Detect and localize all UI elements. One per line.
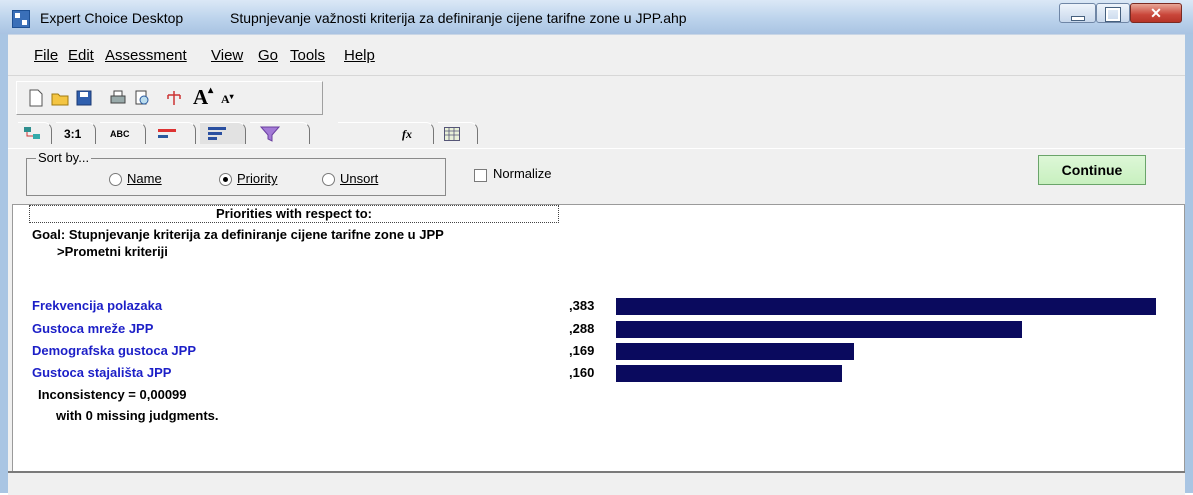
menu-view[interactable]: View [211, 47, 243, 64]
criterion-bar [616, 298, 1156, 315]
title-bar: Expert Choice Desktop Stupnjevanje važno… [0, 0, 1193, 34]
tab-formula[interactable]: fx [338, 122, 434, 144]
sort-name-radio[interactable] [109, 173, 122, 186]
font-increase-icon[interactable]: A▴ [193, 85, 213, 109]
menu-help-label: Help [344, 47, 375, 64]
view-tabs: 3:1 ABC fx [8, 118, 1185, 148]
menu-assessment-label: Assessment [105, 47, 187, 64]
menu-edit-label: Edit [68, 47, 94, 64]
open-folder-icon[interactable] [51, 89, 69, 107]
sort-unsort-radio[interactable] [322, 173, 335, 186]
client-area: File Edit Assessment View Go Tools Help … [8, 34, 1185, 495]
criterion-value: ,288 [569, 321, 595, 336]
sort-legend: Sort by... [36, 150, 92, 165]
save-icon[interactable] [75, 89, 93, 107]
maximize-button[interactable] [1096, 3, 1130, 23]
menu-assessment[interactable]: Assessment [105, 47, 187, 64]
normalize-checkbox[interactable] [474, 169, 487, 182]
funnel-icon [260, 126, 280, 142]
app-window: Expert Choice Desktop Stupnjevanje važno… [0, 0, 1193, 495]
criterion-bar [616, 321, 1022, 338]
priority-bars-icon [208, 127, 226, 140]
criterion-name[interactable]: Gustoca mreže JPP [32, 321, 153, 336]
hierarchy-icon [24, 127, 40, 139]
tab-model[interactable] [18, 122, 52, 144]
criterion-value: ,169 [569, 343, 595, 358]
criterion-name[interactable]: Gustoca stajališta JPP [32, 365, 171, 380]
sort-unsort-text: Unsort [340, 171, 379, 186]
sort-priority-radio[interactable] [219, 173, 232, 186]
sort-name-label: Name [127, 171, 162, 186]
sort-priority-label: Priority [237, 171, 277, 186]
tab-graphical[interactable] [150, 122, 196, 144]
sort-unsort-label: Unsort [340, 171, 378, 186]
priorities-header: Priorities with respect to: [29, 205, 559, 223]
criterion-bar [616, 365, 842, 382]
criterion-bar [616, 343, 854, 360]
inconsistency-text: Inconsistency = 0,00099 [38, 387, 187, 402]
menu-view-label: View [211, 47, 244, 64]
tab-data-grid[interactable] [438, 122, 478, 144]
menu-bar: File Edit Assessment View Go Tools Help [8, 34, 1185, 76]
criterion-value: ,160 [569, 365, 595, 380]
app-icon [12, 10, 30, 28]
grid-icon [444, 127, 460, 141]
criterion-name[interactable]: Demografska gustoca JPP [32, 343, 196, 358]
toolbar: A▴ A▾ [16, 81, 323, 115]
criterion-name[interactable]: Frekvencija polazaka [32, 298, 162, 313]
menu-help[interactable]: Help [344, 47, 375, 64]
tab-pairwise-numerical[interactable]: 3:1 [56, 122, 96, 144]
close-icon: ✕ [1150, 5, 1162, 21]
menu-tools[interactable]: Tools [290, 47, 325, 64]
tab-tree[interactable] [250, 122, 310, 144]
close-button[interactable]: ✕ [1130, 3, 1182, 23]
status-bar [8, 471, 1185, 495]
menu-file[interactable]: File [34, 47, 58, 64]
menu-edit[interactable]: Edit [68, 47, 94, 64]
tab-verbal[interactable]: ABC [100, 122, 146, 144]
current-node-text: >Prometni kriteriji [57, 244, 168, 259]
sort-name-text: Name [127, 171, 162, 186]
missing-judgments-text: with 0 missing judgments. [56, 408, 219, 423]
minimize-icon [1071, 16, 1085, 21]
window-app-name: Expert Choice Desktop [40, 10, 184, 26]
menu-go[interactable]: Go [258, 47, 278, 64]
minimize-button[interactable] [1059, 3, 1096, 23]
new-file-icon[interactable] [27, 89, 45, 107]
menu-go-label: Go [258, 47, 279, 64]
sort-group: Sort by... Name Priority Unsort [26, 150, 446, 196]
priorities-pane: Priorities with respect to: Goal: Stupnj… [12, 204, 1185, 472]
font-decrease-icon[interactable]: A▾ [221, 92, 239, 110]
sort-priority-text: Priority [237, 171, 278, 186]
menu-file-label: File [34, 47, 59, 64]
options-panel: Sort by... Name Priority Unsort Normaliz… [8, 148, 1185, 201]
print-icon[interactable] [109, 89, 127, 107]
normalize-label: Normalize [493, 166, 552, 181]
menu-tools-label: Tools [290, 47, 326, 64]
bar-red-icon [158, 129, 176, 138]
goal-text: Goal: Stupnjevanje kriterija za definira… [32, 227, 444, 242]
continue-button[interactable]: Continue [1038, 155, 1146, 185]
maximize-icon [1105, 7, 1121, 22]
tree-icon[interactable] [165, 89, 183, 107]
print-preview-icon[interactable] [133, 89, 151, 107]
criterion-value: ,383 [569, 298, 595, 313]
window-file-title: Stupnjevanje važnosti kriterija za defin… [230, 10, 687, 26]
tab-priorities[interactable] [200, 122, 246, 144]
